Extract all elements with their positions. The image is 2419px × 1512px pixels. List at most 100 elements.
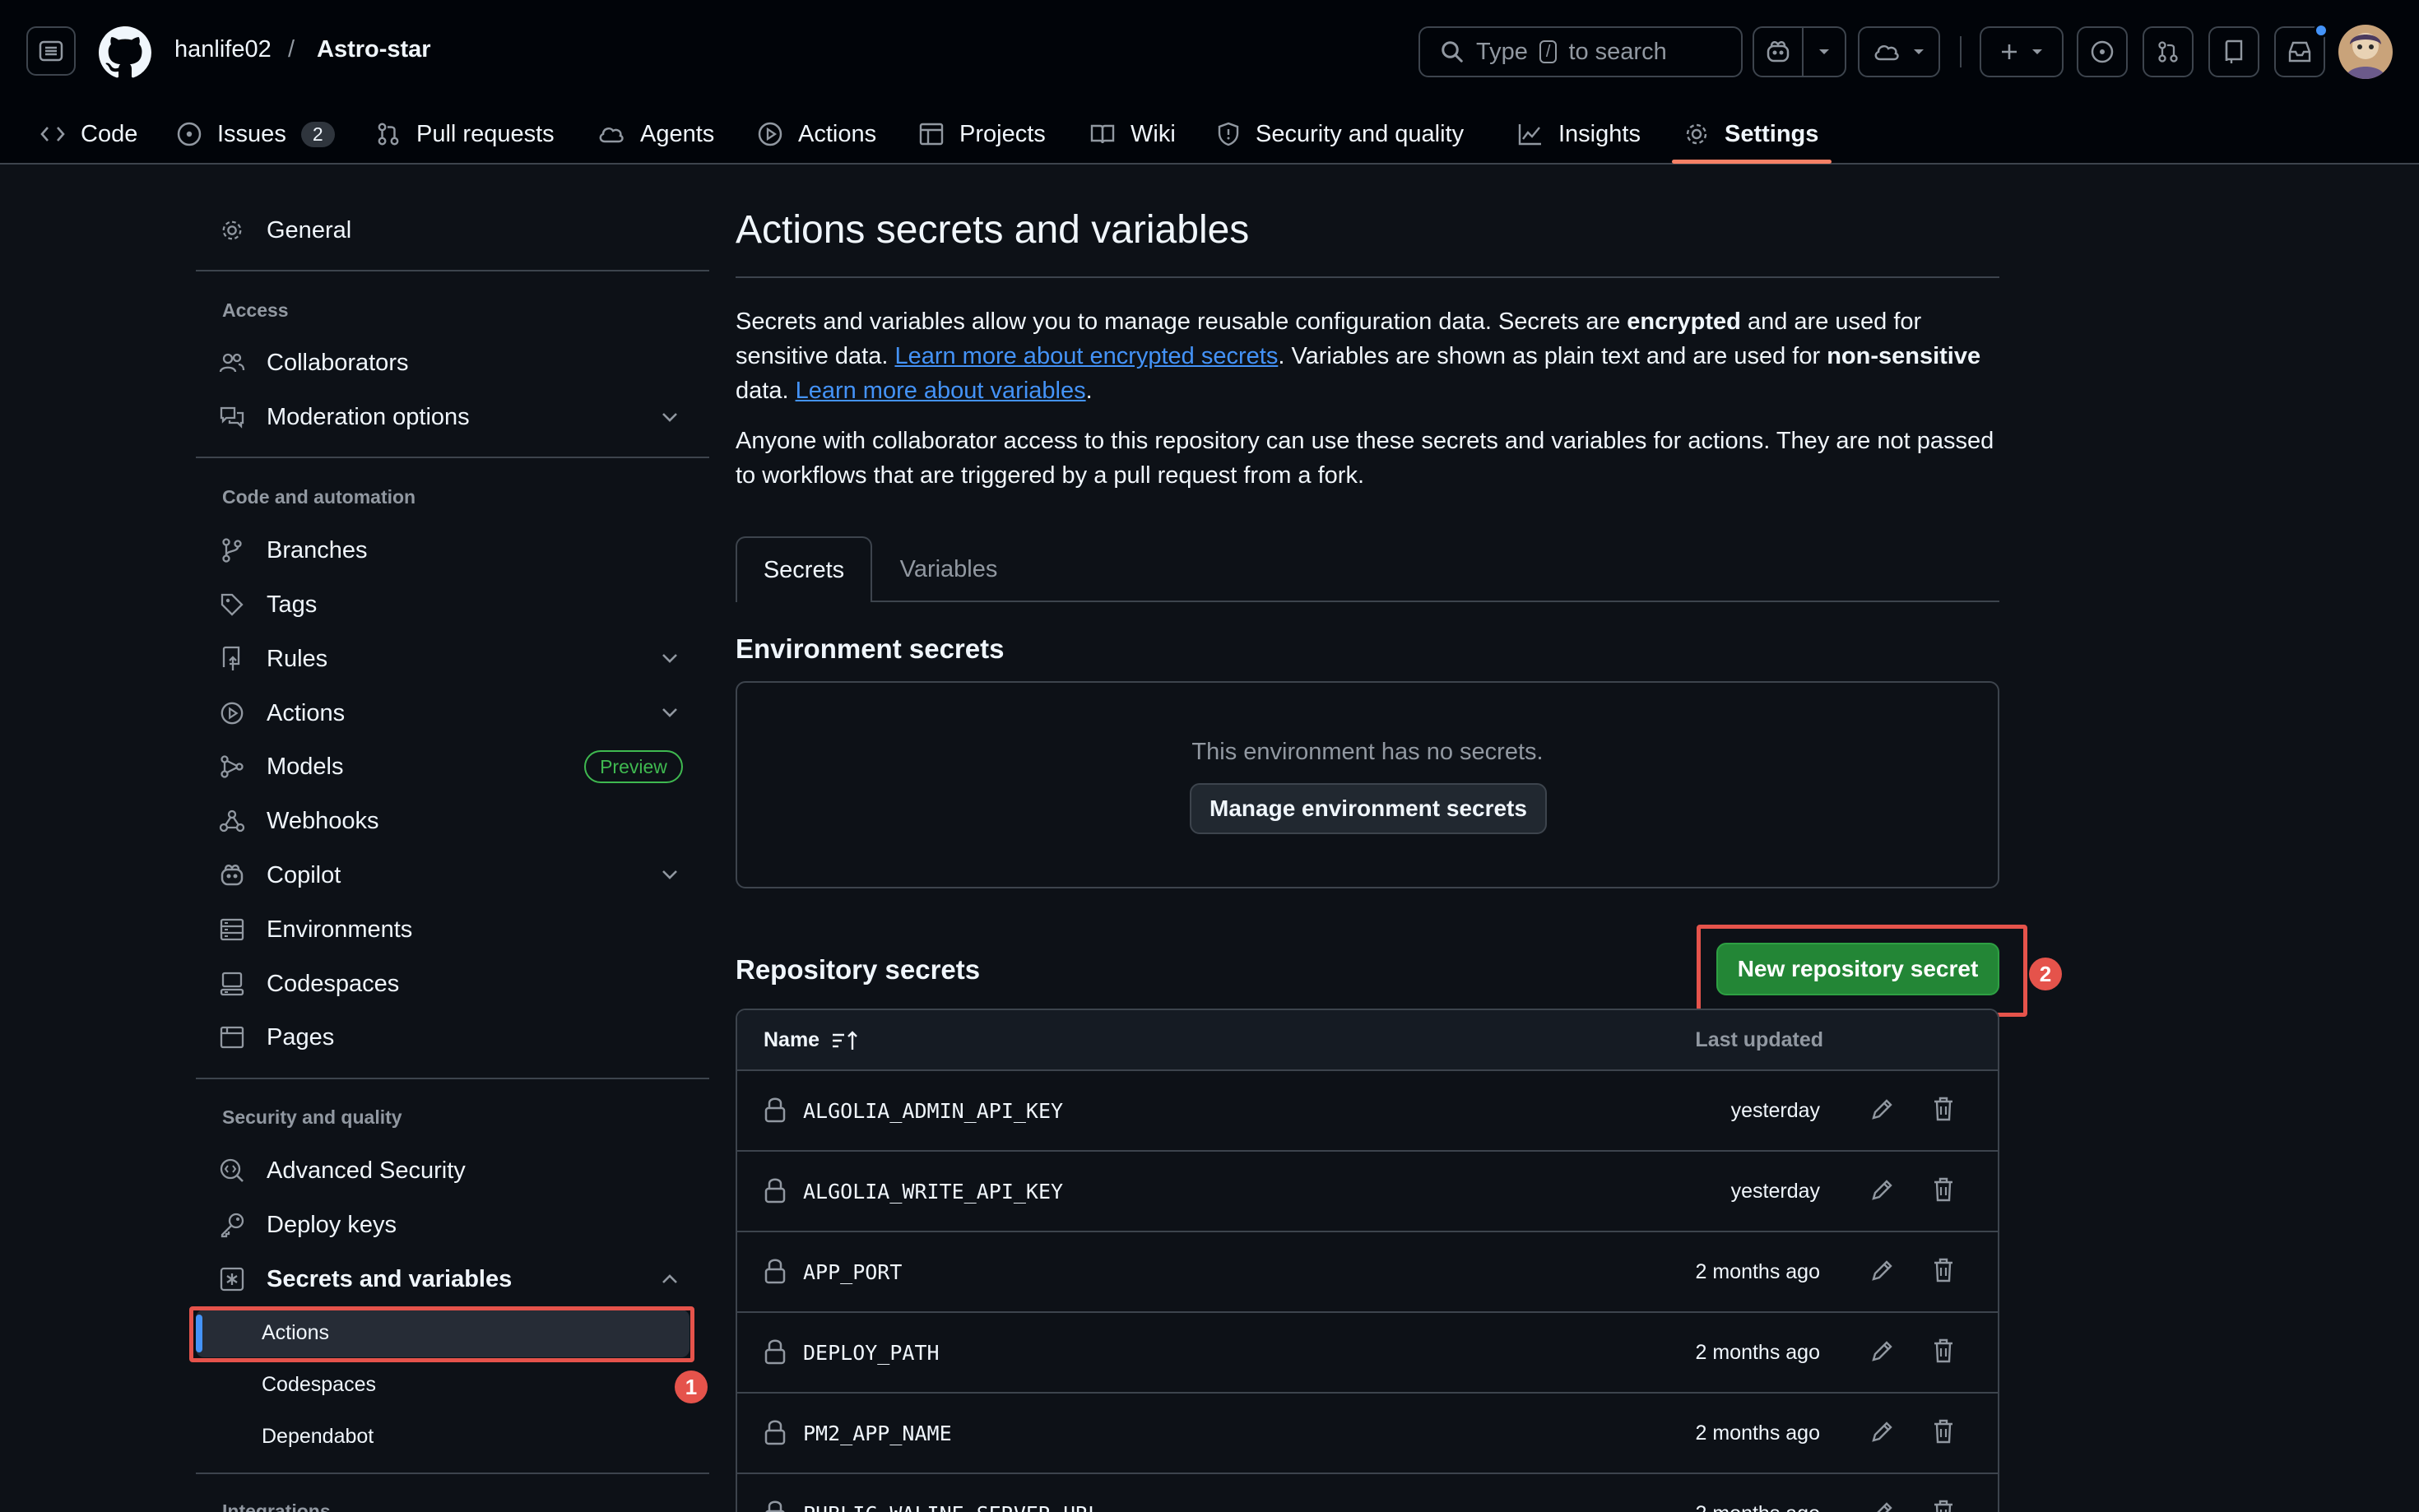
tab-code[interactable]: Code xyxy=(39,104,137,165)
global-header: hanlife02 / Astro-star Type / to search xyxy=(0,0,2419,165)
sidebar-subitem-codespaces[interactable]: Codespaces xyxy=(262,1373,376,1397)
sidebar-divider xyxy=(196,457,709,458)
column-header-name[interactable]: Name xyxy=(764,1028,859,1052)
chevron-down-icon[interactable] xyxy=(658,863,681,886)
sidebar-item-deploy-keys[interactable]: Deploy keys xyxy=(219,1202,397,1248)
annotation-highlight-1 xyxy=(189,1306,694,1362)
tab-code-label: Code xyxy=(81,120,138,147)
repositories-button[interactable] xyxy=(2208,26,2259,77)
tab-projects[interactable]: Projects xyxy=(918,104,1046,165)
chevron-down-icon[interactable] xyxy=(658,647,681,670)
sidebar-item-label: Advanced Security xyxy=(267,1157,466,1184)
tab-pull-requests[interactable]: Pull requests xyxy=(375,104,555,165)
pencil-icon[interactable] xyxy=(1869,1338,1896,1364)
sidebar-item-secrets-variables[interactable]: Secrets and variables xyxy=(219,1256,512,1302)
tab-settings[interactable]: Settings xyxy=(1683,104,1818,165)
tab-insights[interactable]: Insights xyxy=(1517,104,1641,165)
breadcrumb-owner[interactable]: hanlife02 xyxy=(174,36,272,63)
tab-issues[interactable]: Issues 2 xyxy=(176,104,335,165)
tab-agents[interactable]: Agents xyxy=(597,104,714,165)
tab-wiki[interactable]: Wiki xyxy=(1089,104,1176,165)
sidebar-item-models[interactable]: Models xyxy=(219,744,344,790)
table-row: ALGOLIA_WRITE_API_KEY yesterday xyxy=(737,1152,1998,1232)
secret-name: PUBLIC_WALINE_SERVER_URL xyxy=(803,1502,1100,1512)
table-icon xyxy=(919,123,944,146)
tab-secrets[interactable]: Secrets xyxy=(736,536,872,602)
sidebar-item-label: Collaborators xyxy=(267,349,409,376)
secret-last-updated: yesterday xyxy=(1730,1180,1820,1203)
sidebar-item-branches[interactable]: Branches xyxy=(219,527,368,573)
trash-icon[interactable] xyxy=(1932,1257,1955,1283)
column-header-last-updated: Last updated xyxy=(1695,1028,1823,1051)
trash-icon[interactable] xyxy=(1932,1338,1955,1364)
caret-down-icon xyxy=(2032,49,2042,54)
pencil-icon[interactable] xyxy=(1869,1499,1896,1512)
sidebar-item-advanced-security[interactable]: Advanced Security xyxy=(219,1148,466,1194)
manage-environment-secrets-button[interactable]: Manage environment secrets xyxy=(1190,783,1547,834)
sidebar-item-copilot[interactable]: Copilot xyxy=(219,852,341,898)
tab-insights-label: Insights xyxy=(1558,120,1641,147)
pencil-icon[interactable] xyxy=(1869,1176,1896,1203)
copilot-menu-button[interactable] xyxy=(1802,26,1846,77)
sidebar-item-environments[interactable]: Environments xyxy=(219,907,412,953)
github-logo-icon[interactable] xyxy=(99,26,151,79)
active-tab-underline xyxy=(1672,160,1832,164)
intro-text: Secrets and variables allow you to manag… xyxy=(736,308,1627,335)
sidebar-item-moderation[interactable]: Moderation options xyxy=(219,394,470,440)
annotation-marker-2: 2 xyxy=(2029,958,2062,990)
variables-link[interactable]: Learn more about variables xyxy=(796,378,1086,404)
trash-icon[interactable] xyxy=(1932,1176,1955,1203)
sidebar-item-actions[interactable]: Actions xyxy=(219,690,345,736)
tab-variables[interactable]: Variables xyxy=(872,536,1025,602)
sidebar-item-label: Pages xyxy=(267,1023,335,1051)
breadcrumb-repo[interactable]: Astro-star xyxy=(317,36,431,63)
browser-icon xyxy=(220,1026,244,1049)
search-input[interactable]: Type / to search xyxy=(1418,26,1743,77)
lock-icon xyxy=(764,1420,786,1445)
sidebar-heading-integrations: Integrations xyxy=(222,1500,331,1512)
column-label: Name xyxy=(764,1028,820,1051)
create-new-button[interactable] xyxy=(1980,26,2064,77)
sidebar-item-tags[interactable]: Tags xyxy=(219,582,317,628)
chevron-down-icon[interactable] xyxy=(658,406,681,429)
sidebar-item-webhooks[interactable]: Webhooks xyxy=(219,798,379,844)
table-row: PUBLIC_WALINE_SERVER_URL 2 months ago xyxy=(737,1474,1998,1512)
avatar[interactable] xyxy=(2338,25,2393,79)
sidebar-item-general[interactable]: General xyxy=(219,207,351,253)
issues-button[interactable] xyxy=(2077,26,2128,77)
agents-cloud-button[interactable] xyxy=(1858,26,1940,77)
sidebar-item-codespaces[interactable]: Codespaces xyxy=(219,961,399,1007)
sidebar-item-label: Rules xyxy=(267,645,328,672)
menu-button[interactable] xyxy=(26,26,76,76)
intro-text: data. xyxy=(736,378,796,404)
pencil-icon[interactable] xyxy=(1869,1257,1896,1283)
tab-security[interactable]: Security and quality xyxy=(1216,104,1464,165)
encrypted-secrets-link[interactable]: Learn more about encrypted secrets xyxy=(894,343,1278,369)
chevron-down-icon[interactable] xyxy=(658,701,681,724)
copilot-button[interactable] xyxy=(1753,26,1804,77)
tab-actions[interactable]: Actions xyxy=(757,104,876,165)
sidebar-subitem-dependabot[interactable]: Dependabot xyxy=(262,1425,374,1449)
pencil-icon[interactable] xyxy=(1869,1418,1896,1445)
sidebar-item-label: Webhooks xyxy=(267,807,379,834)
pencil-icon[interactable] xyxy=(1869,1096,1896,1122)
search-suffix: to search xyxy=(1568,38,1667,65)
tab-agents-label: Agents xyxy=(640,120,715,147)
server-icon xyxy=(220,918,244,941)
models-icon xyxy=(221,755,244,778)
secret-last-updated: 2 months ago xyxy=(1695,1341,1821,1364)
trash-icon[interactable] xyxy=(1932,1418,1955,1445)
codescan-icon xyxy=(220,1158,244,1182)
trash-icon[interactable] xyxy=(1932,1499,1955,1512)
hamburger-icon xyxy=(39,40,63,62)
repo-navigation: Code Issues 2 Pull requests Agents Actio… xyxy=(0,104,2419,165)
lock-icon xyxy=(764,1339,786,1365)
repo-icon xyxy=(2225,39,2243,63)
sidebar-item-collaborators[interactable]: Collaborators xyxy=(219,340,408,386)
pull-requests-button[interactable] xyxy=(2143,26,2194,77)
trash-icon[interactable] xyxy=(1932,1096,1955,1122)
sidebar-item-pages[interactable]: Pages xyxy=(219,1014,334,1060)
chevron-up-icon[interactable] xyxy=(658,1268,681,1291)
sidebar-item-rules[interactable]: Rules xyxy=(219,636,327,682)
sidebar-item-label: Branches xyxy=(267,536,368,564)
